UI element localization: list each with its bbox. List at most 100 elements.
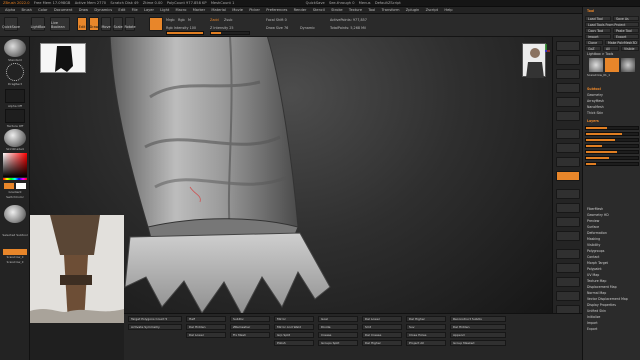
del-hidden-button-2[interactable]: Del Hidden [450,324,506,330]
zadd-toggle[interactable]: Zadd [210,18,219,22]
menu-item[interactable]: Stencil [313,7,325,13]
preview-section[interactable]: Preview [585,219,639,224]
tool-thumb-2-icon[interactable] [621,58,635,72]
unified-skin-section[interactable]: Unified Skin [585,309,639,314]
layer-slider-7[interactable] [585,162,639,166]
visibility-section[interactable]: Visibility [585,243,639,248]
standard-brush-icon[interactable] [4,39,26,57]
subtool-active-bar[interactable] [3,249,27,255]
polypaint-section[interactable]: Polypaint [585,267,639,272]
target-polygons-slider[interactable]: Target Polygons Count 5 [128,316,182,322]
displacement-map-section[interactable]: Displacement Map [585,285,639,290]
export-section[interactable]: Export [585,327,639,332]
suv-toggle[interactable]: Suv [406,324,446,330]
mirror-and-weld-button[interactable]: Mirror And Weld [274,324,314,330]
m-toggle[interactable]: M [188,18,191,22]
menu-item[interactable]: Tool [368,7,375,13]
tool-thumb-active-icon[interactable] [605,58,619,72]
material-sphere-icon[interactable] [4,129,26,147]
menu-item[interactable]: Preferences [266,7,287,13]
mirror-button[interactable]: Mirror [274,316,314,322]
color-picker[interactable] [3,153,27,177]
group-masked-button[interactable]: Group Masked [450,340,506,346]
menu-item[interactable]: Draw [79,7,88,13]
menu-item[interactable]: Stroke [331,7,342,13]
goz-button[interactable]: GoZ [585,46,601,51]
fibermesh-section[interactable]: FiberMesh [585,207,639,212]
scale-button[interactable]: Scale [113,17,123,31]
menu-item[interactable]: Help [444,7,452,13]
edit-button[interactable]: Edit [77,17,87,31]
menu-item[interactable]: Layer [144,7,154,13]
groups-split-button[interactable]: Groups Split [318,340,358,346]
spix-button[interactable] [556,55,580,65]
menu-item[interactable]: Movie [232,7,243,13]
zoom3d-button[interactable] [556,217,580,227]
hue-strip[interactable] [3,178,27,180]
solo-button[interactable] [556,291,580,301]
tool-thumb-icon[interactable] [589,58,603,72]
normal-map-section[interactable]: Normal Map [585,291,639,296]
transp-button[interactable] [556,263,580,273]
half-button[interactable]: Half [186,316,226,322]
layers-section[interactable]: Layers [585,119,639,124]
subtool-sphere-icon[interactable] [4,205,26,223]
zsub-toggle[interactable]: Zsub [224,18,232,22]
polyf-button[interactable] [556,249,580,259]
texture-map-section[interactable]: Texture Map [585,279,639,284]
switch-color-label[interactable]: SwitchColor [1,195,29,199]
append-button[interactable]: Append [450,332,506,338]
draw-button[interactable]: Draw [89,17,99,31]
layer-slider-4[interactable] [585,144,639,148]
thick-skin-section[interactable]: Thick Skin [585,111,639,116]
main-color-swatch[interactable] [4,183,14,189]
default-zscript[interactable]: DefaultZScript [375,0,401,6]
clone-button[interactable]: Clone [585,40,603,45]
menu-item[interactable]: Zplugin [406,7,420,13]
menu-item[interactable]: Transform [382,7,400,13]
del-hidden-button[interactable]: Del Hidden [186,324,226,330]
del-higher-button[interactable]: Del Higher [406,316,446,322]
focal-shift-label[interactable]: Focal Shift 0 [266,18,287,22]
layer-slider-1[interactable] [585,126,639,130]
menu-item[interactable]: Zscript [426,7,438,13]
bpr-button[interactable] [556,41,580,51]
local-button[interactable] [556,157,580,167]
menu-item[interactable]: Color [38,7,47,13]
fix-mesh-button[interactable]: Fix Mesh [230,332,270,338]
menu-item[interactable]: Marker [193,7,205,13]
goz-visible-button[interactable]: Visible [621,46,639,51]
rotate-button[interactable]: Rotate [124,17,136,31]
ghost-button[interactable] [556,277,580,287]
goal-button[interactable]: Goal [318,316,358,322]
live-boolean-button[interactable]: Live Boolean [50,17,70,31]
rgb-toggle[interactable]: Rgb [178,18,185,22]
activate-symmetry-button[interactable]: Activate Symmetry [128,324,182,330]
layer-slider-6[interactable] [585,156,639,160]
actual-button[interactable] [556,97,580,107]
aahalf-button[interactable] [556,111,580,121]
masking-section[interactable]: Masking [585,237,639,242]
quicksave-tool-button[interactable]: QuickSave [2,17,20,31]
alpha-icon[interactable] [5,89,25,103]
goz-all-button[interactable]: All [603,46,619,51]
scroll-button[interactable] [556,69,580,79]
menu-item[interactable]: Edit [118,7,125,13]
palette-title[interactable]: Tool [585,9,639,14]
mrgb-toggle[interactable]: Mrgb [166,18,175,22]
copy-tool-button[interactable]: Copy Tool [585,28,611,33]
secondary-color-swatch[interactable] [16,183,26,189]
project-all-button[interactable]: Project All [406,340,446,346]
geometry-hd-section[interactable]: Geometry HD [585,213,639,218]
arraymesh-section[interactable]: ArrayMesh [585,99,639,104]
deformation-section[interactable]: Deformation [585,231,639,236]
dynamic-toggle[interactable]: Dynamic [300,26,315,30]
z-intensity-slider[interactable] [210,31,250,35]
surface-section[interactable]: Surface [585,225,639,230]
menu-item[interactable]: Macro [176,7,187,13]
crease-button[interactable]: Crease [318,332,358,338]
export-button[interactable]: Export [613,34,639,39]
layer-slider-5[interactable] [585,150,639,154]
del-crease-button[interactable]: Del Crease [362,332,402,338]
axis-gizmo-icon[interactable] [542,43,550,53]
